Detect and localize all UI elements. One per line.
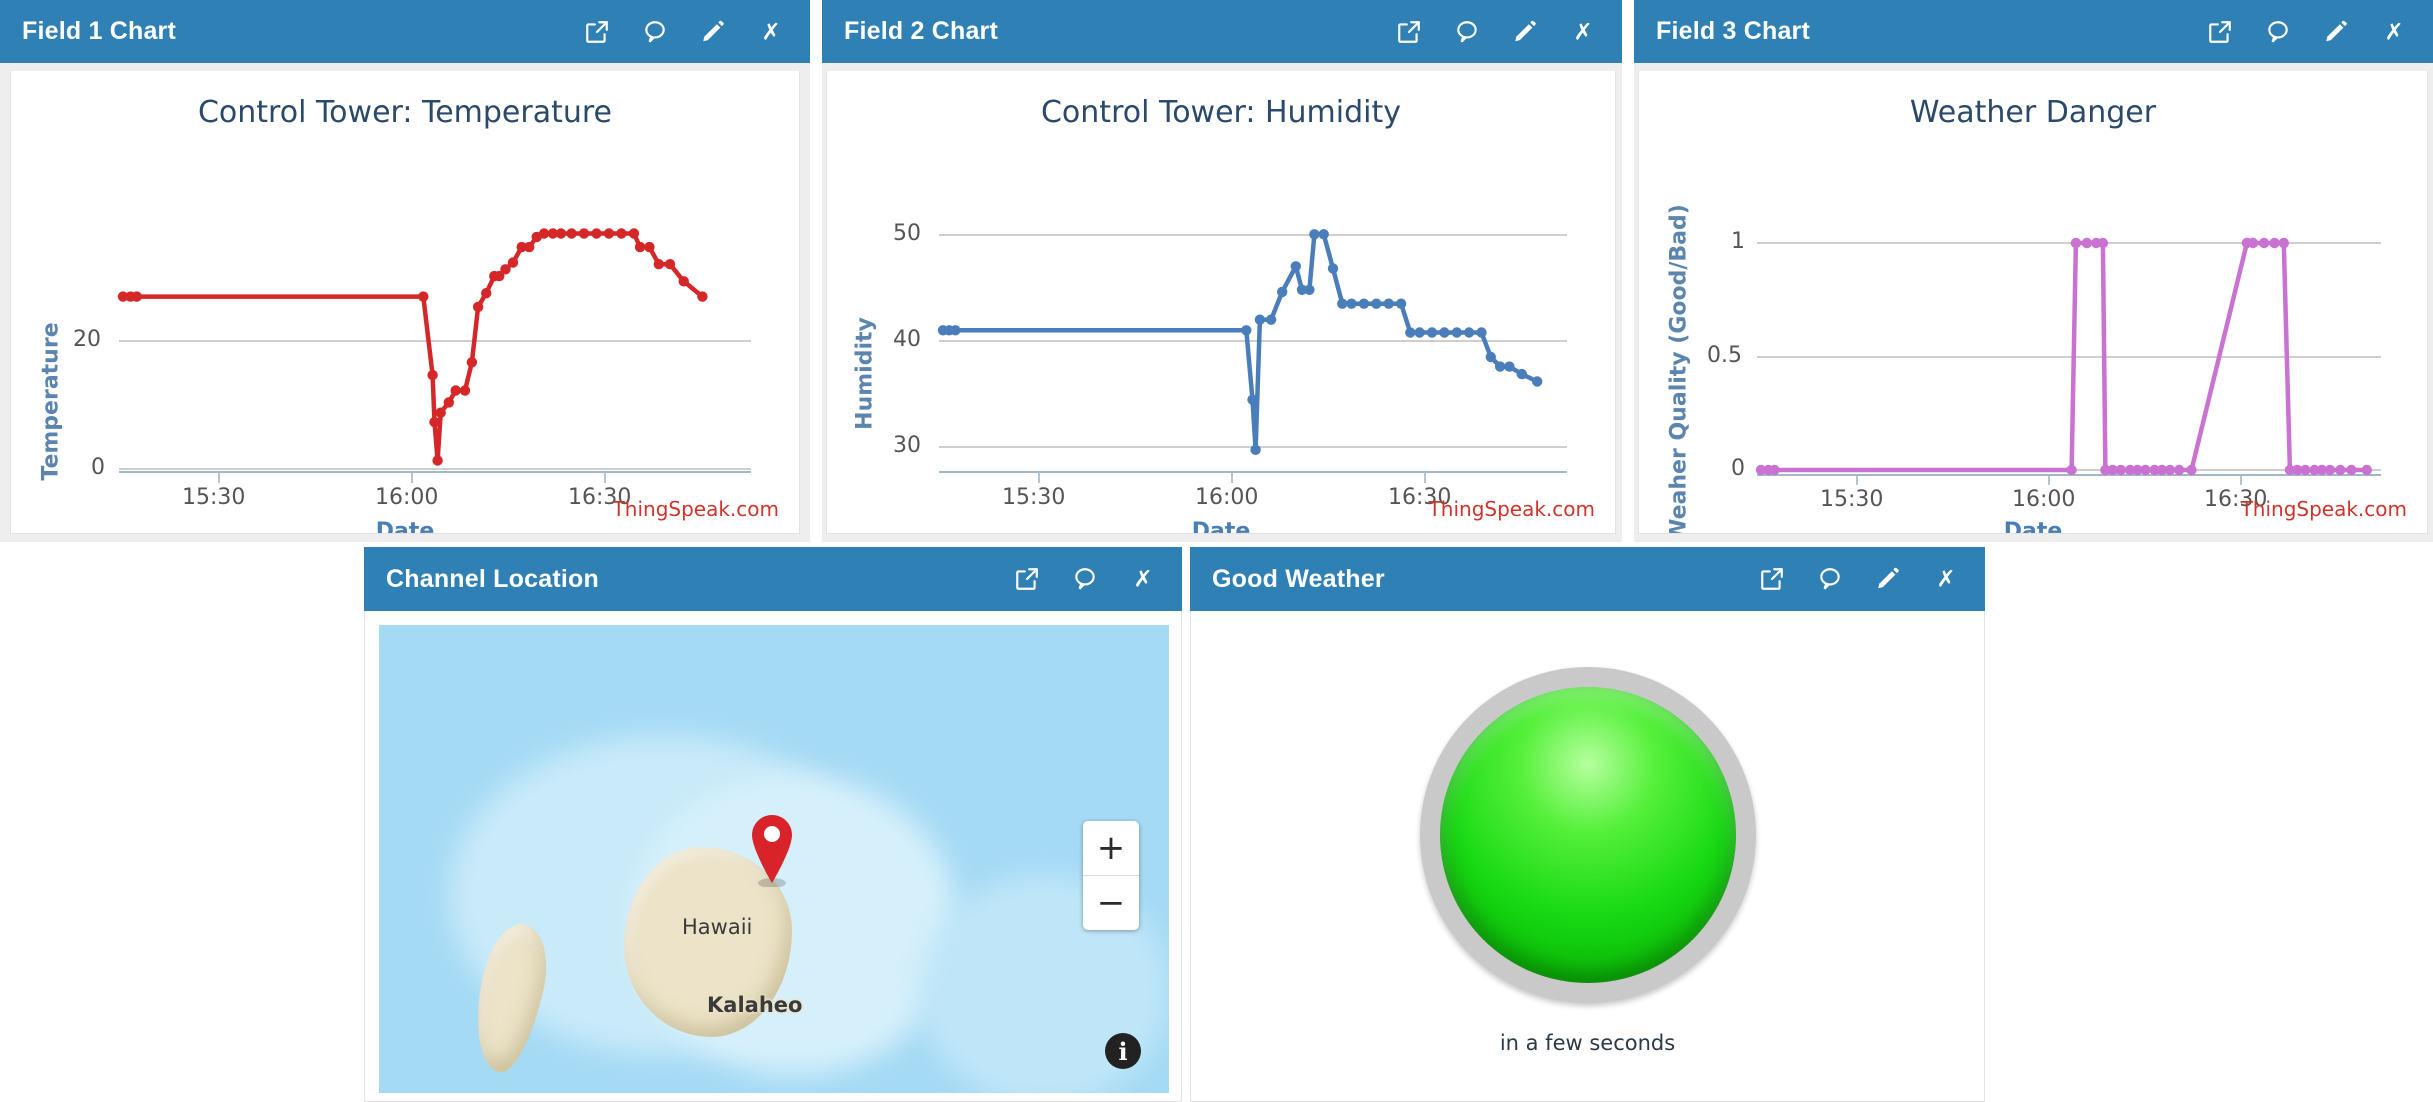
thingspeak-watermark: ThingSpeak.com <box>612 497 779 521</box>
panel-divider <box>1622 0 1634 542</box>
panel-icon-group: ✗ <box>1396 19 1596 45</box>
y-tick-0: 0 <box>91 455 105 480</box>
panel-icon-group: ✗ <box>584 19 784 45</box>
y-axis-label: Humidity <box>852 317 878 430</box>
widget-icon-group: ✗ <box>1759 566 1959 592</box>
external-link-icon[interactable] <box>1396 19 1422 45</box>
x-tick-1: 15:30 <box>182 485 246 510</box>
comment-icon[interactable] <box>1072 566 1098 592</box>
y-tick-0: 0 <box>1731 456 1745 481</box>
widget-header: Good Weather ✗ <box>1190 547 1985 611</box>
map-info-icon[interactable]: i <box>1105 1033 1141 1069</box>
widget-channel-location: Channel Location ✗ Hawaii Kalaheo + − i <box>364 547 1182 1102</box>
panel-field-2-chart: Field 2 Chart ✗ Control Tower: Humidity <box>822 0 1622 542</box>
close-icon[interactable]: ✗ <box>2381 19 2407 44</box>
svg-text:✗: ✗ <box>761 19 780 44</box>
chart-card-weather-danger: Weather Danger 1 0.5 0 15:30 16:00 16:30 <box>1638 71 2428 534</box>
y-tick-0-5: 0.5 <box>1707 343 1742 368</box>
chart-card-temperature: Control Tower: Temperature 20 0 15:30 16… <box>10 71 800 534</box>
chart-card-humidity: Control Tower: Humidity 50 40 30 15:30 1… <box>826 71 1616 534</box>
pencil-icon[interactable] <box>1512 19 1538 45</box>
x-tick-1: 15:30 <box>1002 485 1066 510</box>
status-lamp <box>1419 667 1756 1003</box>
panel-field-1-chart: Field 1 Chart ✗ Control Tower: Temperatu… <box>0 0 810 542</box>
y-tick-30: 30 <box>893 433 921 458</box>
x-axis-label: Date <box>375 519 435 534</box>
x-tick-2: 16:00 <box>2012 487 2076 512</box>
widget-body: Hawaii Kalaheo + − i <box>364 611 1182 1102</box>
thingspeak-watermark: ThingSpeak.com <box>2240 497 2407 521</box>
y-tick-1: 1 <box>1731 229 1745 254</box>
widget-title: Channel Location <box>386 564 599 593</box>
map-zoom-controls: + − <box>1083 821 1139 930</box>
x-tick-2: 16:00 <box>375 485 439 510</box>
weather-danger-line-chart <box>1755 237 2381 485</box>
map-label-hawaii: Hawaii <box>682 915 753 939</box>
panel-body: Control Tower: Humidity 50 40 30 15:30 1… <box>822 63 1622 542</box>
y-tick-40: 40 <box>893 327 921 352</box>
svg-text:✗: ✗ <box>1936 567 1955 592</box>
map-zoom-in-button[interactable]: + <box>1083 821 1139 876</box>
pencil-icon[interactable] <box>700 19 726 45</box>
x-tick-2: 16:00 <box>1195 485 1259 510</box>
panel-title: Field 1 Chart <box>22 17 177 45</box>
external-link-icon[interactable] <box>1014 566 1040 592</box>
temperature-line-chart <box>117 228 751 483</box>
comment-icon[interactable] <box>642 19 668 45</box>
status-lamp-caption: in a few seconds <box>1499 1031 1676 1055</box>
svg-text:✗: ✗ <box>2384 19 2403 44</box>
map-label-kalaheo: Kalaheo <box>707 993 803 1017</box>
panel-header: Field 1 Chart ✗ <box>0 0 810 63</box>
widgets-row: Channel Location ✗ Hawaii Kalaheo + − i … <box>0 542 2433 1102</box>
comment-icon[interactable] <box>1817 566 1843 592</box>
close-icon[interactable]: ✗ <box>1570 19 1596 44</box>
y-tick-50: 50 <box>893 221 921 246</box>
widget-header: Channel Location ✗ <box>364 547 1182 611</box>
location-map[interactable]: Hawaii Kalaheo + − i <box>379 625 1169 1093</box>
status-lamp-light <box>1439 687 1736 983</box>
thingspeak-watermark: ThingSpeak.com <box>1428 497 1595 521</box>
panel-body: Control Tower: Temperature 20 0 15:30 16… <box>0 63 810 542</box>
x-axis-label: Date <box>2003 519 2063 534</box>
widget-body: in a few seconds <box>1190 611 1985 1102</box>
pencil-icon[interactable] <box>2323 19 2349 45</box>
panel-title: Field 2 Chart <box>844 17 999 45</box>
map-zoom-out-button[interactable]: − <box>1083 876 1139 930</box>
widget-icon-group: ✗ <box>1014 566 1156 592</box>
y-axis-label: Temperature <box>38 322 64 481</box>
widget-good-weather: Good Weather ✗ in a few seconds <box>1190 547 1985 1102</box>
map-marker-pin[interactable] <box>746 813 798 887</box>
panel-body: Weather Danger 1 0.5 0 15:30 16:00 16:30 <box>1634 63 2433 542</box>
y-tick-20: 20 <box>73 327 101 352</box>
close-icon[interactable]: ✗ <box>1933 566 1959 592</box>
comment-icon[interactable] <box>2265 19 2291 45</box>
humidity-line-chart <box>937 229 1567 483</box>
panel-field-3-chart: Field 3 Chart ✗ Weather Danger 1 0.5 0 1… <box>1634 0 2433 542</box>
close-icon[interactable]: ✗ <box>1130 566 1156 592</box>
external-link-icon[interactable] <box>2207 19 2233 45</box>
external-link-icon[interactable] <box>1759 566 1785 592</box>
panel-title: Field 3 Chart <box>1656 17 1811 45</box>
panel-icon-group: ✗ <box>2207 19 2407 45</box>
widget-title: Good Weather <box>1212 564 1385 593</box>
svg-text:✗: ✗ <box>1573 19 1592 44</box>
panel-header: Field 2 Chart ✗ <box>822 0 1622 63</box>
panel-divider <box>810 0 822 542</box>
pencil-icon[interactable] <box>1875 566 1901 592</box>
x-axis-label: Date <box>1191 519 1251 534</box>
close-icon[interactable]: ✗ <box>758 19 784 44</box>
svg-text:✗: ✗ <box>1133 567 1152 592</box>
charts-row: Field 1 Chart ✗ Control Tower: Temperatu… <box>0 0 2433 542</box>
y-axis-label: Weaher Quality (Good/Bad) <box>1666 204 1692 534</box>
comment-icon[interactable] <box>1454 19 1480 45</box>
x-tick-1: 15:30 <box>1820 487 1884 512</box>
panel-header: Field 3 Chart ✗ <box>1634 0 2433 63</box>
external-link-icon[interactable] <box>584 19 610 45</box>
